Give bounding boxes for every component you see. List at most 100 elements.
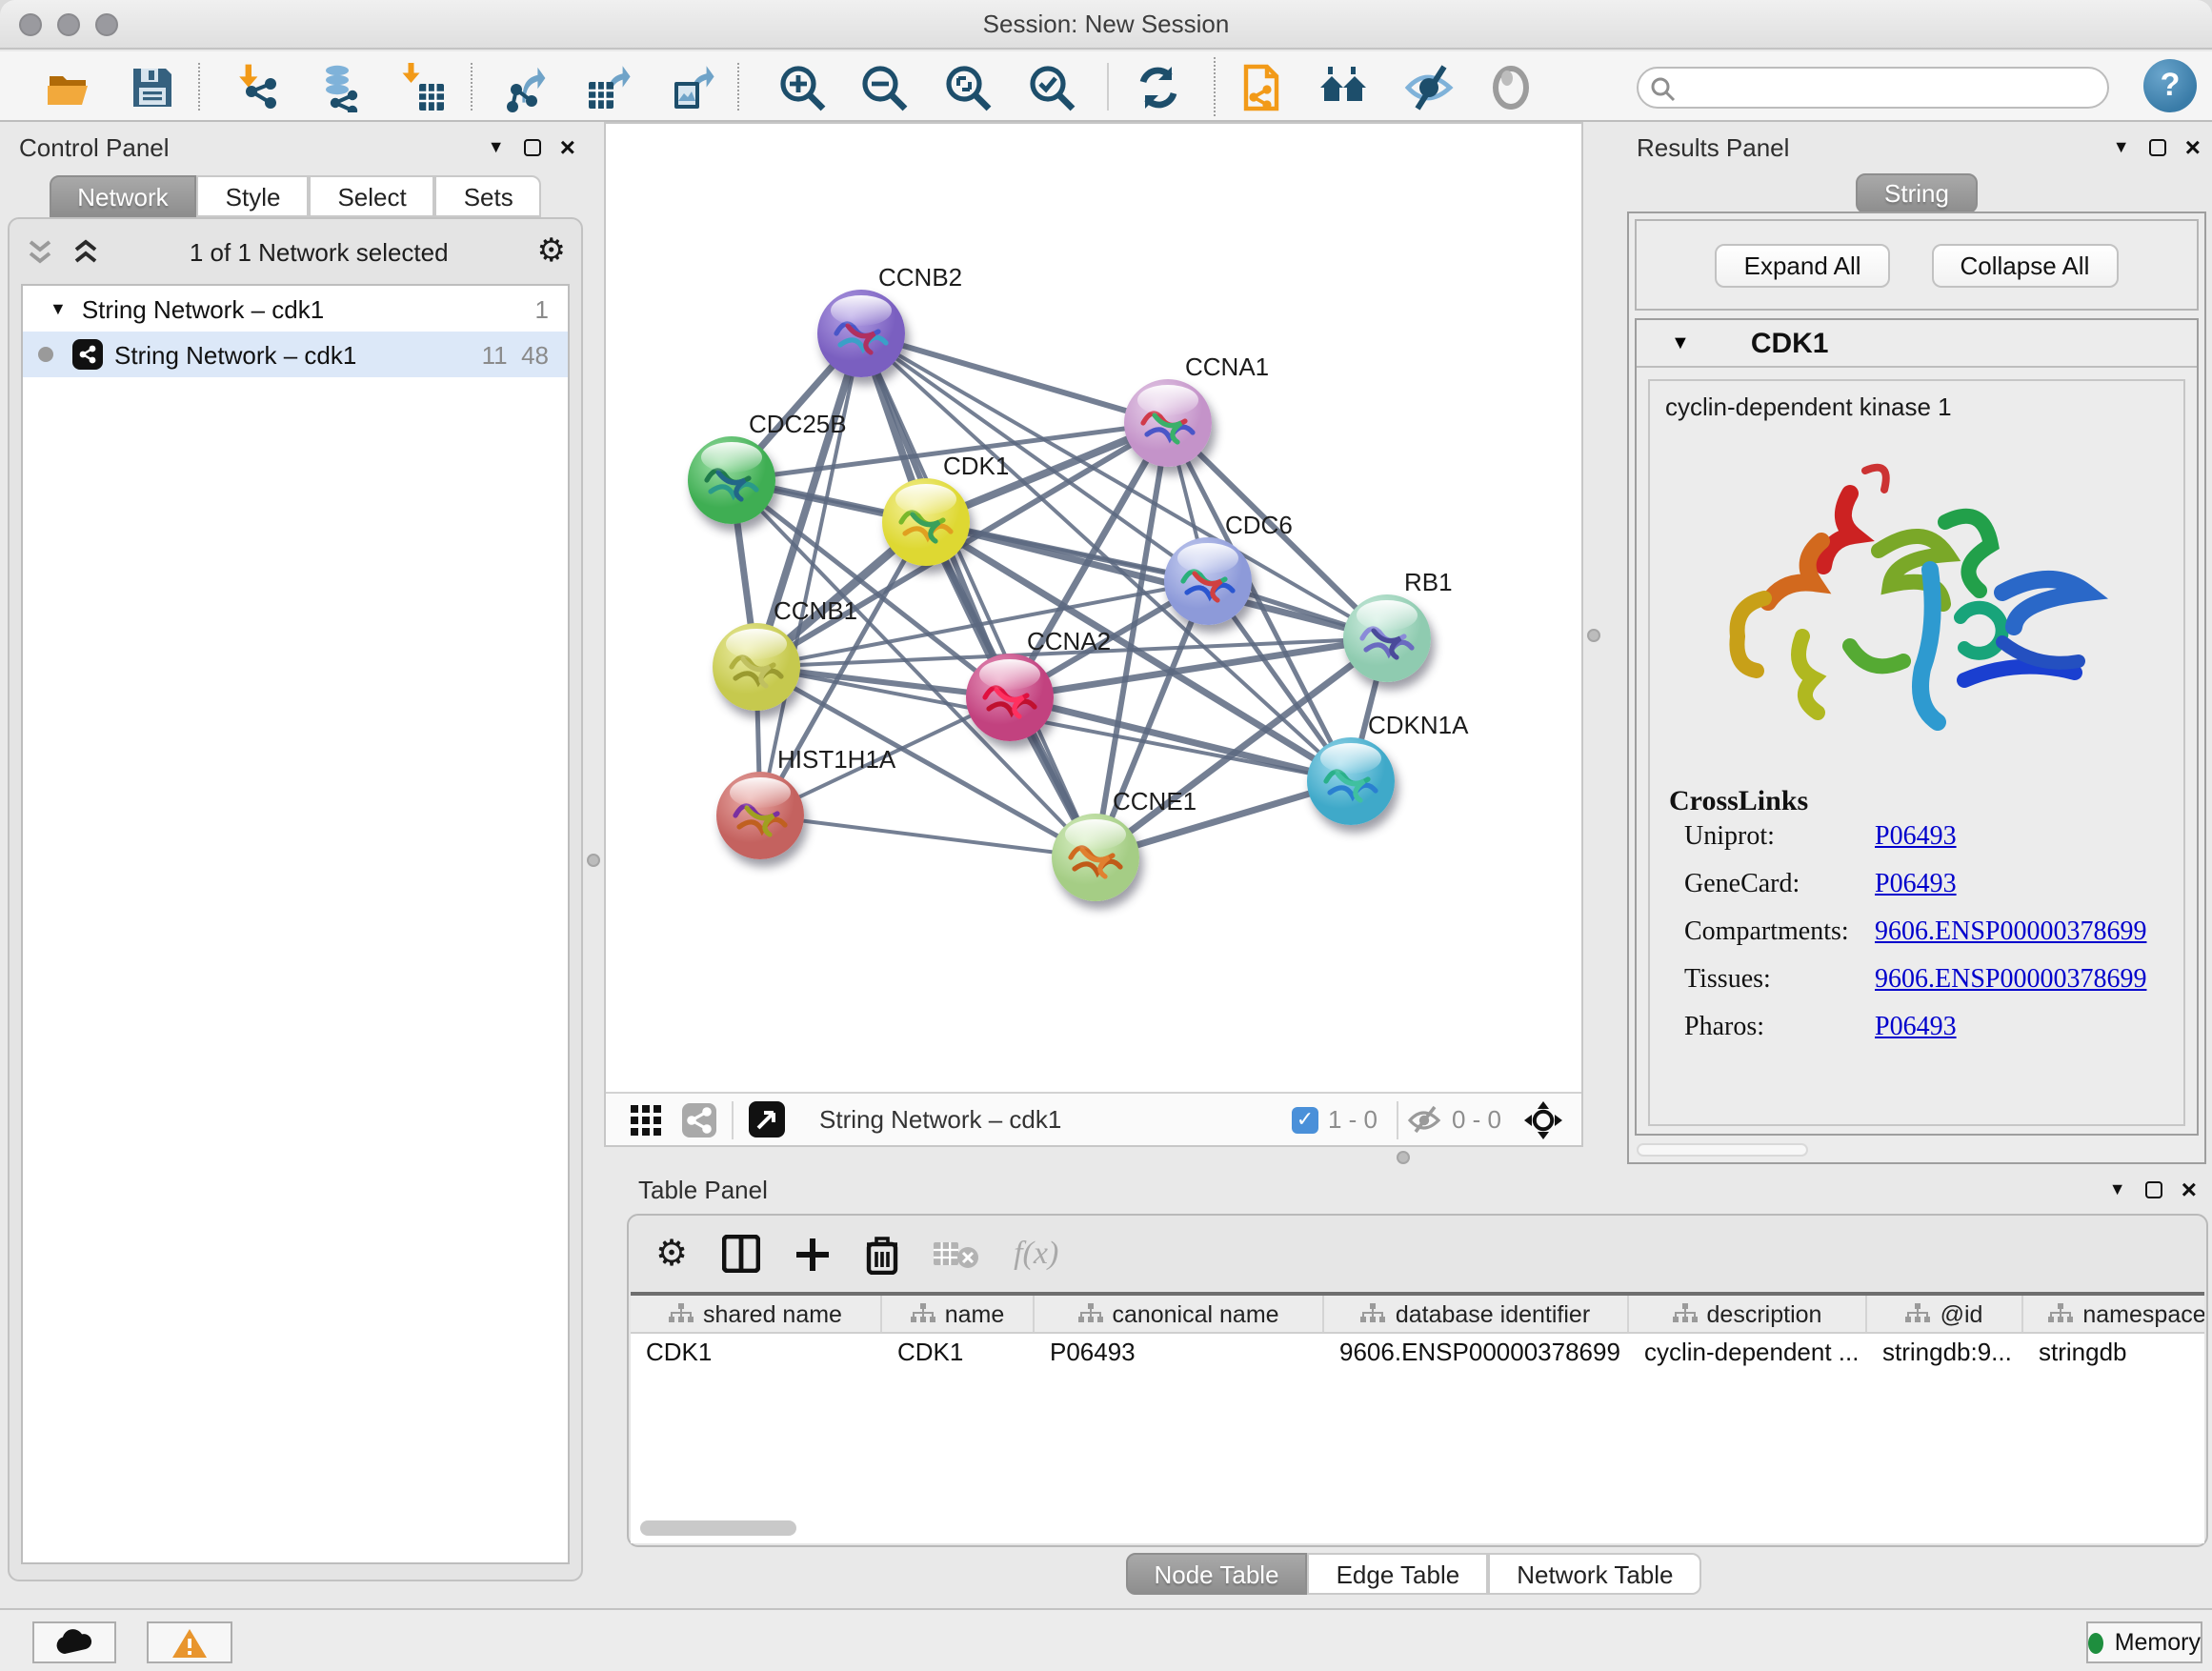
crosslink-link[interactable]: P06493 [1875, 871, 1957, 901]
pan-crosshair-icon[interactable] [1524, 1100, 1562, 1138]
node-CDC6[interactable] [1164, 537, 1252, 625]
node-CCNB2[interactable] [817, 290, 905, 377]
export-network-icon[interactable] [499, 61, 551, 112]
control-panel-close-icon[interactable]: × [560, 137, 575, 156]
edge-CCNB2-HIST1H1A[interactable] [760, 333, 861, 815]
table-cell[interactable]: cyclin-dependent ... [1629, 1334, 1867, 1372]
control-panel-float-icon[interactable] [524, 138, 541, 155]
left-splitter-handle[interactable] [587, 854, 600, 867]
node-CDC25B[interactable] [688, 436, 775, 524]
collapse-all-tree-icon[interactable] [25, 237, 55, 266]
network-canvas[interactable]: CCNB2CCNA1CDC25BCDK1CDC6RB1CCNB1CCNA2CDK… [606, 124, 1581, 1094]
crosslink-link[interactable]: 9606.ENSP00000378699 [1875, 918, 2146, 949]
open-session-icon[interactable] [42, 61, 93, 112]
table-cell[interactable]: stringdb [2023, 1334, 2204, 1372]
table-panel-float-icon[interactable] [2145, 1180, 2162, 1198]
results-panel-close-icon[interactable]: × [2185, 137, 2201, 156]
crosslink-link[interactable]: P06493 [1875, 1014, 1957, 1044]
home-networks-icon[interactable] [1318, 61, 1370, 112]
node-RB1[interactable] [1343, 594, 1431, 682]
export-image-icon[interactable] [665, 61, 716, 112]
tab-sets[interactable]: Sets [435, 175, 542, 217]
node-HIST1H1A[interactable] [716, 772, 804, 859]
results-scrollbar[interactable] [1637, 1143, 1808, 1157]
help-button[interactable]: ? [2143, 59, 2197, 112]
zoom-out-icon[interactable] [857, 61, 909, 112]
expand-all-tree-icon[interactable] [70, 237, 101, 266]
node-CCNB1[interactable] [713, 623, 800, 711]
selected-checkbox-icon[interactable]: ✓ [1292, 1106, 1318, 1133]
table-cell[interactable]: CDK1 [882, 1334, 1035, 1372]
collection-expand-icon[interactable]: ▼ [50, 299, 67, 318]
import-table-icon[interactable] [398, 61, 450, 112]
save-session-icon[interactable] [126, 61, 177, 112]
node-CCNA2[interactable] [966, 654, 1054, 741]
expand-all-button[interactable]: Expand All [1716, 243, 1890, 287]
edge-CCNB2-CCNE1[interactable] [861, 333, 1096, 857]
delete-column-icon[interactable] [865, 1234, 899, 1274]
memory-button[interactable]: Memory [2086, 1621, 2202, 1663]
table-panel-menu-icon[interactable]: ▼ [2109, 1179, 2126, 1198]
node-result-header[interactable]: ▼ CDK1 [1637, 320, 2197, 368]
crosslink-link[interactable]: 9606.ENSP00000378699 [1875, 966, 2146, 997]
import-network-icon[interactable] [232, 61, 284, 112]
tab-network-table[interactable]: Network Table [1488, 1553, 1701, 1595]
tab-network[interactable]: Network [49, 175, 196, 217]
tab-select[interactable]: Select [309, 175, 434, 217]
hide-unhide-icon[interactable] [1402, 61, 1454, 112]
tab-node-table[interactable]: Node Table [1125, 1553, 1307, 1595]
network-overview-icon[interactable] [682, 1102, 716, 1137]
column-header-namespace[interactable]: namespace [2023, 1296, 2204, 1332]
network-collection-row[interactable]: ▼ String Network – cdk1 1 [23, 286, 568, 332]
bottom-splitter-handle[interactable] [1397, 1151, 1410, 1164]
string-import-icon[interactable] [1235, 61, 1286, 112]
tab-edge-table[interactable]: Edge Table [1308, 1553, 1489, 1595]
edge-CCNB2-CCNA1[interactable] [861, 333, 1168, 423]
zoom-fit-icon[interactable] [941, 61, 993, 112]
table-hscrollbar[interactable] [640, 1520, 796, 1536]
column-header-shared-name[interactable]: shared name [631, 1296, 882, 1332]
export-table-icon[interactable] [581, 61, 633, 112]
table-panel-close-icon[interactable]: × [2182, 1179, 2197, 1198]
import-network-from-database-icon[interactable] [314, 61, 366, 112]
toolbar-separator [1107, 63, 1109, 111]
entry-collapse-icon[interactable]: ▼ [1671, 332, 1690, 353]
results-panel-float-icon[interactable] [2149, 138, 2166, 155]
zoom-in-icon[interactable] [775, 61, 827, 112]
table-cell[interactable]: CDK1 [631, 1334, 882, 1372]
table-row[interactable]: CDK1CDK1P064939606.ENSP00000378699cyclin… [631, 1334, 2204, 1372]
cloud-button[interactable] [32, 1621, 116, 1663]
network-row[interactable]: String Network – cdk1 11 48 [23, 332, 568, 377]
node-CCNA1[interactable] [1124, 379, 1212, 467]
table-cell[interactable]: P06493 [1035, 1334, 1324, 1372]
column-header-canonical-name[interactable]: canonical name [1035, 1296, 1324, 1332]
refresh-icon[interactable] [1132, 61, 1183, 112]
edge-HIST1H1A-CCNE1[interactable] [760, 815, 1096, 857]
search-input[interactable] [1637, 67, 2109, 109]
table-options-gear-icon[interactable]: ⚙ [655, 1232, 688, 1276]
hidden-eye-icon[interactable] [1406, 1105, 1442, 1134]
zoom-selected-icon[interactable] [1025, 61, 1076, 112]
node-CDKN1A[interactable] [1307, 737, 1395, 825]
right-splitter-handle[interactable] [1587, 629, 1600, 642]
collapse-all-button[interactable]: Collapse All [1932, 243, 2119, 287]
control-panel-menu-icon[interactable]: ▼ [488, 137, 505, 156]
results-panel-menu-icon[interactable]: ▼ [2113, 137, 2130, 156]
table-cell[interactable]: 9606.ENSP00000378699 [1324, 1334, 1629, 1372]
gear-icon[interactable]: ⚙ [537, 232, 567, 271]
show-columns-icon[interactable] [722, 1235, 760, 1273]
table-cell[interactable]: stringdb:9... [1867, 1334, 2023, 1372]
node-CCNE1[interactable] [1052, 814, 1139, 901]
column-header-at-id[interactable]: @id [1867, 1296, 2023, 1332]
column-header-description[interactable]: description [1629, 1296, 1867, 1332]
column-header-name[interactable]: name [882, 1296, 1035, 1332]
crosslink-link[interactable]: P06493 [1875, 823, 1957, 854]
birdseye-view-icon[interactable] [749, 1101, 785, 1137]
grid-view-icon[interactable] [629, 1102, 663, 1137]
tab-string[interactable]: String [1856, 173, 1978, 213]
create-column-icon[interactable] [794, 1236, 831, 1272]
warnings-button[interactable] [147, 1621, 232, 1663]
tab-style[interactable]: Style [197, 175, 310, 217]
node-CDK1[interactable] [882, 478, 970, 566]
column-header-database-identifier[interactable]: database identifier [1324, 1296, 1629, 1332]
